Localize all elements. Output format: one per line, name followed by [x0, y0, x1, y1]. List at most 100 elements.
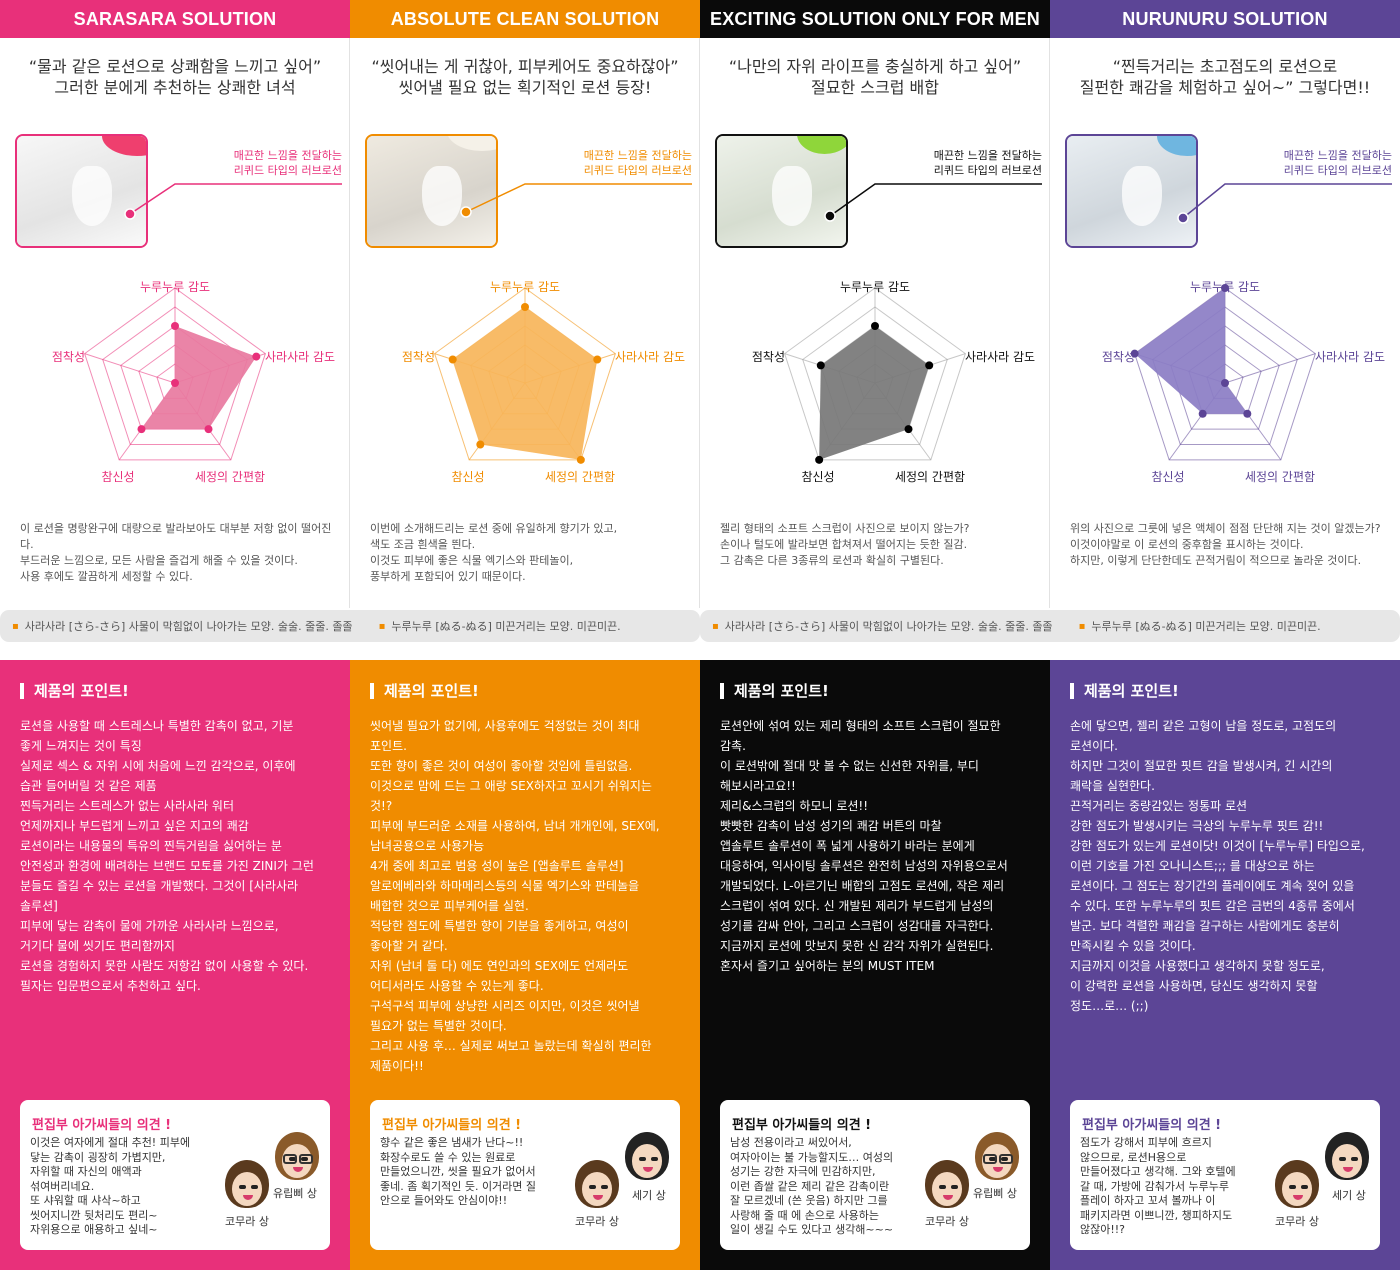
radar-axis-label: 세정의 간편함 — [1244, 470, 1316, 484]
points-line: 개발되었다. L-아르기닌 배합의 고점도 로션에, 작은 제리 — [720, 879, 1005, 893]
callout-line-text: 리퀴드 타입의 러브로션 — [1283, 164, 1392, 177]
radar-point — [521, 303, 529, 311]
points-line: 성기를 감싸 안아, 그리고 스크럽이 성감대를 자극한다. — [720, 919, 994, 933]
glossary-band: ▪ 사라사라 [さら-さら] 사물이 막힘없이 나아가는 모양. 술술. 줄줄. … — [700, 610, 1400, 642]
callout-line-text: 리퀴드 타입의 러브로션 — [933, 164, 1042, 177]
radar-point — [252, 352, 261, 361]
points-line: 강한 점도가 있는게 로션이닷! 이것이 [누루누루] 타입으로, — [1070, 839, 1365, 853]
points-line: 로션안에 섞여 있는 제리 형태의 소프트 스크럽이 절묘한 — [720, 719, 1001, 733]
radar-point — [448, 355, 457, 364]
radar-axis — [1224, 382, 1282, 461]
points-body: 씻어낼 필요가 없기에, 사용후에도 걱정없는 것이 최대 포인트. 또한 향이 좋… — [370, 716, 682, 1076]
opinion-title: 편집부 아가씨들의 의견 ! — [732, 1118, 872, 1133]
points-body: 로션을 사용할 때 스트레스나 특별한 감촉이 없고, 기분 좋게 느껴지는 것이… — [20, 716, 332, 996]
points-line: 필요가 없는 특별한 것이다. — [370, 1019, 507, 1033]
points-line: 좋게 느껴지는 것이 특징 — [20, 739, 142, 753]
opinion-line: 잘 모르겠네 (쓴 웃음) 하지만 그를 — [730, 1194, 888, 1207]
radar-axis-label: 참신성 — [101, 470, 135, 484]
product-intro: “나만의 자위 라이프를 충실하게 하고 싶어” 절묘한 스크럽 배합 매끈한 느낌… — [700, 38, 1050, 608]
points-line: 실제로 섹스 & 자위 시에 처음에 느낀 감각으로, 이후에 — [20, 759, 296, 773]
opinion-line: 만들었으니깐, 씻을 필요가 없어서 — [380, 1165, 536, 1178]
radar-point — [1221, 379, 1229, 387]
points-body: 손에 닿으면, 젤리 같은 고형이 남을 정도로, 고점도의 로션이다. 하지만 그… — [1070, 716, 1382, 1016]
points-line: 정도…로… (;;) — [1070, 999, 1149, 1013]
product-description: 이 로션을 명랑완구에 대량으로 발라보아도 대부분 저항 없이 떨어진다. 부드… — [20, 521, 340, 585]
eye — [639, 1156, 647, 1161]
opinion-line: 성기는 강한 자극에 민감하지만, — [730, 1165, 876, 1178]
face-skin — [1332, 1144, 1362, 1179]
eye — [939, 1184, 947, 1189]
radar-point — [576, 455, 585, 464]
product-photo — [715, 134, 848, 248]
radar-axis-label: 누루누루 감도 — [1189, 280, 1261, 294]
description-line: 젤리 형태의 소프트 스크럽이 사진으로 보이지 않는가? — [720, 522, 970, 535]
opinion-line: 이것은 여자에게 절대 추천! 피부에 — [30, 1136, 191, 1149]
eye — [250, 1184, 258, 1189]
callout-label: 매끈한 느낌을 전달하는 리퀴드 타입의 러브로션 — [1240, 148, 1392, 178]
points-line: 빳빳한 감촉이 남성 성기의 쾌감 버튼의 마찰 — [720, 819, 942, 833]
bullet-icon: ▪ — [378, 620, 386, 632]
bullet-icon: ▪ — [1078, 620, 1086, 632]
radar-svg — [1130, 284, 1316, 461]
points-line: 로션을 경험하지 못한 사람도 저항감 없이 사용할 수 있다. — [20, 959, 309, 973]
points-line: 발군. 보다 격렬한 쾌감을 갈구하는 사람에게도 충분히 — [1070, 919, 1340, 933]
points-line: 지금까지 로션에 맛보지 못한 신 감각 자위가 실현된다. — [720, 939, 994, 953]
description-line: 색도 조금 흰색을 띈다. — [370, 538, 476, 551]
person-name: 코무라 상 — [1275, 1215, 1319, 1228]
column-header: EXCITING SOLUTION ONLY FOR MEN — [700, 0, 1050, 38]
tagline-line: 질펀한 쾌감을 체험하고 싶어~” 그렇다면!! — [1079, 78, 1371, 97]
face-skin — [632, 1144, 662, 1179]
callout-label: 매끈한 느낌을 전달하는리퀴드 타입의 러브로션 — [190, 148, 342, 178]
product-intro: “물과 같은 로션으로 상쾌함을 느끼고 싶어” 그러한 분에게 추천하는 상쾌한… — [0, 38, 350, 608]
radar-point — [476, 440, 485, 449]
glasses-icon — [283, 1154, 297, 1165]
column-header: ABSOLUTE CLEAN SOLUTION — [350, 0, 700, 38]
radar-axis-label: 세정의 간편함 — [894, 470, 966, 484]
tagline-quote: “씻어내는 게 귀찮아, 피부케어도 중요하잖아” 씻어낼 필요 없는 획기적인 … — [350, 56, 700, 98]
points-heading-text: 제품의 포인트! — [384, 682, 479, 700]
description-line: 이번에 소개해드리는 로션 중에 유일하게 향기가 있고, — [370, 522, 618, 535]
opinion-line: 일이 생길 수도 있다고 생각해~~~ — [730, 1223, 894, 1236]
tagline-line: “물과 같은 로션으로 상쾌함을 느끼고 싶어” — [28, 57, 322, 76]
tagline-quote: “물과 같은 로션으로 상쾌함을 느끼고 싶어” 그러한 분에게 추천하는 상쾌한… — [0, 56, 350, 98]
points-line: 끈적거리는 중량감있는 정통파 로션 — [1070, 799, 1248, 813]
radar-axis-label: 세정의 간편함 — [194, 470, 266, 484]
points-line: 어디서라도 사용할 수 있는게 좋다. — [370, 979, 544, 993]
points-line: 대응하여, 익사이팅 솔루션은 완전히 남성의 자위용으로서 — [720, 859, 1008, 873]
radar-axis-label: 누루누루 감도 — [839, 280, 911, 294]
points-line: 또한 향이 좋은 것이 여성이 좋아할 것임에 틀림없음. — [370, 759, 633, 773]
radar-svg — [434, 287, 616, 464]
callout-line-text: 리퀴드 타입의 러브로션 — [583, 164, 692, 177]
callout-line-text: 매끈한 느낌을 전달하는 — [233, 149, 342, 162]
opinion-line: 않으므로, 로션H용으로 — [1080, 1150, 1187, 1164]
opinion-line: 향수 같은 좋은 냄새가 난다~!! — [380, 1136, 524, 1149]
radar-point — [925, 361, 934, 370]
radar-value-area — [452, 307, 598, 460]
opinion-line: 패키지라면 이쁘니깐, 챙피하지도 — [1080, 1208, 1233, 1222]
points-line: 로션이다. — [1070, 739, 1118, 753]
radar-axis-label: 점착성 — [1101, 350, 1135, 364]
tagline-quote: “나만의 자위 라이프를 충실하게 하고 싶어” 절묘한 스크럽 배합 — [700, 56, 1050, 98]
radar-axis — [1224, 353, 1316, 384]
description-line: 사용 후에도 깔끔하게 세정할 수 있다. — [20, 570, 193, 583]
eye — [1289, 1184, 1297, 1189]
tagline-quote: “찐득거리는 초고점도의 로션으로 질펀한 쾌감을 체험하고 싶어~” 그렇다면!… — [1050, 56, 1400, 98]
radar-axis-label: 세정의 간편함 — [544, 470, 616, 484]
product-points-section: 제품의 포인트! 로션을 사용할 때 스트레스나 특별한 감촉이 없고, 기분 좋게… — [0, 660, 350, 1270]
tagline-line: “씻어내는 게 귀찮아, 피부케어도 중요하잖아” — [371, 57, 679, 76]
description-line: 하지만, 이렇게 단단한데도 끈적거림이 적으므로 놀라운 것이다. — [1070, 554, 1362, 567]
tagline-line: 절묘한 스크럽 배합 — [811, 78, 939, 97]
radar-axis-label: 누루누루 감도 — [489, 280, 561, 294]
radar-point — [204, 425, 213, 434]
points-line: 씻어낼 필요가 없기에, 사용후에도 걱정없는 것이 최대 — [370, 719, 640, 733]
opinion-text: 향수 같은 좋은 냄새가 난다~!! 화장수로도 쓸 수 있는 원료로 만들었으니깐… — [380, 1136, 570, 1209]
avatar-second — [1325, 1132, 1369, 1180]
radar-axis-label: 점착성 — [51, 350, 85, 364]
description-line: 그 감촉은 다른 3종류의 로션과 확실히 구별된다. — [720, 554, 944, 567]
glasses-icon — [999, 1154, 1013, 1165]
callout-line-text: 리퀴드 타입의 러브로션 — [233, 164, 342, 177]
radar-svg — [784, 287, 966, 464]
points-line: 만족시킬 수 있을 것이다. — [1070, 939, 1196, 953]
points-line: 앱솔루트 솔루션이 폭 넓게 사용하기 바라는 분에게 — [720, 839, 975, 853]
points-heading: 제품의 포인트! — [20, 680, 129, 701]
